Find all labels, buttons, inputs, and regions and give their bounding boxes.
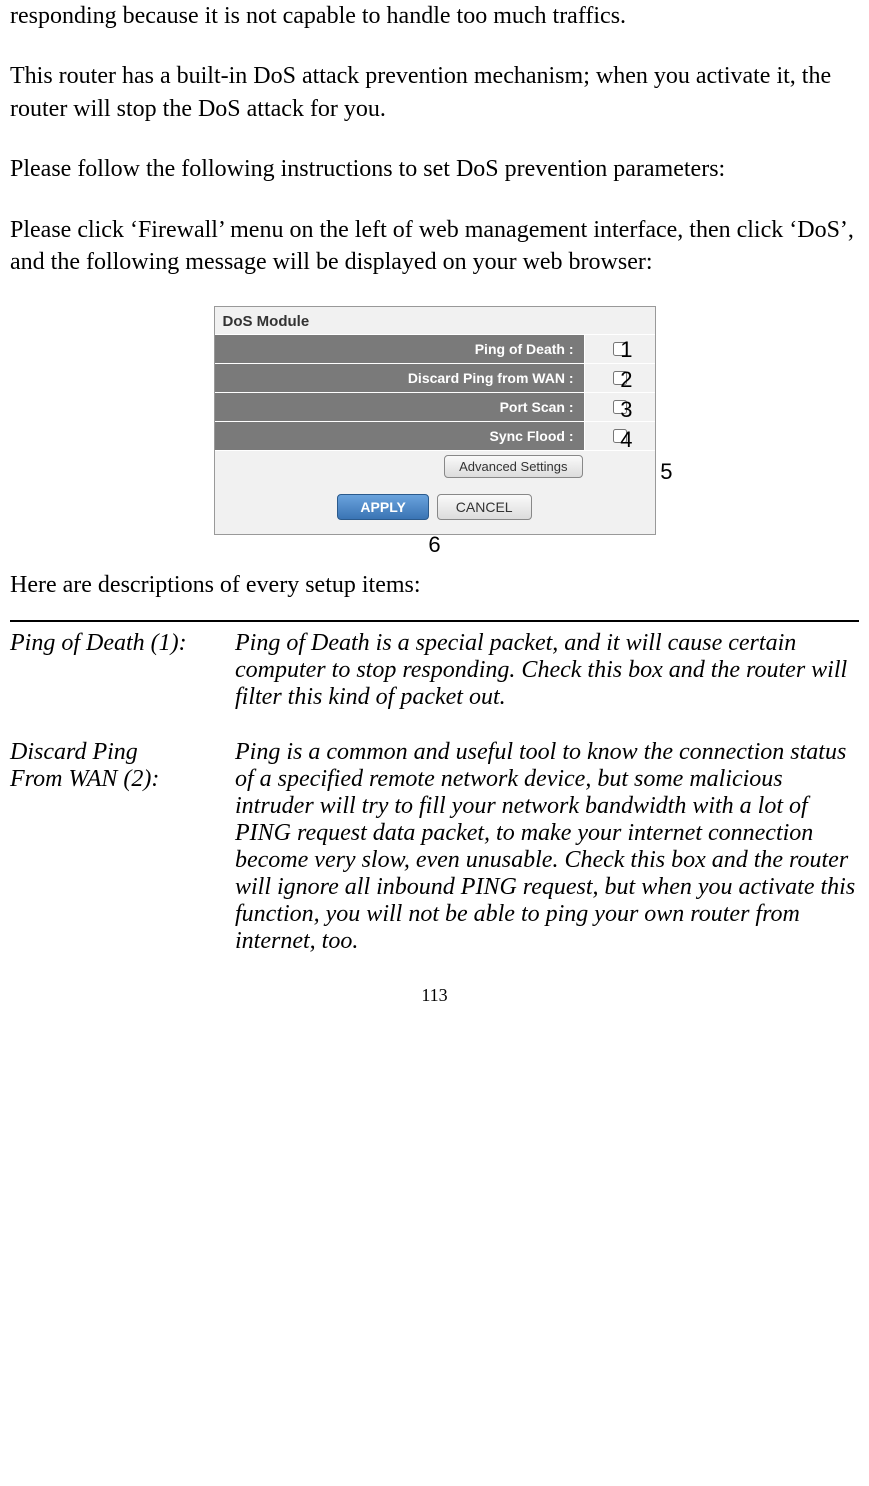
- apply-cancel-row: APPLY CANCEL: [215, 482, 655, 534]
- ping-of-death-label: Ping of Death :: [215, 335, 585, 363]
- intro-paragraph-1: This router has a built-in DoS attack pr…: [10, 60, 859, 125]
- port-scan-label: Port Scan :: [215, 393, 585, 421]
- description-ping-of-death: Ping of Death (1): Ping of Death is a sp…: [10, 630, 859, 711]
- intro-paragraph-cont: responding because it is not capable to …: [10, 0, 859, 32]
- dos-row-discard-ping: Discard Ping from WAN :: [215, 363, 655, 392]
- advanced-settings-button[interactable]: Advanced Settings: [444, 455, 582, 478]
- discard-ping-desc-content-line1: Ping is a common and useful tool to know: [235, 739, 638, 765]
- annotation-5: 5: [660, 459, 672, 485]
- dos-module-title: DoS Module: [215, 307, 655, 334]
- dos-row-port-scan: Port Scan :: [215, 392, 655, 421]
- discard-ping-desc-label-line2: From WAN (2):: [10, 766, 159, 792]
- annotation-2: 2: [620, 367, 632, 393]
- ping-of-death-desc-label: Ping of Death (1):: [10, 630, 235, 711]
- annotation-3: 3: [620, 397, 632, 423]
- sync-flood-label: Sync Flood :: [215, 422, 585, 450]
- apply-button[interactable]: APPLY: [337, 494, 428, 520]
- discard-ping-desc-label: Discard Ping From WAN (2):: [10, 739, 235, 955]
- dos-row-sync-flood: Sync Flood :: [215, 421, 655, 450]
- dos-module-screenshot: DoS Module Ping of Death : Discard Ping …: [10, 306, 859, 535]
- advanced-settings-row: Advanced Settings: [215, 450, 655, 482]
- annotation-4: 4: [620, 427, 632, 453]
- annotation-6: 6: [428, 532, 440, 558]
- description-discard-ping: Discard Ping From WAN (2): Ping is a com…: [10, 739, 859, 955]
- annotation-1: 1: [620, 337, 632, 363]
- intro-paragraph-3: Please click ‘Firewall’ menu on the left…: [10, 214, 859, 279]
- page-number: 113: [10, 985, 859, 1006]
- discard-ping-desc-label-line1: Discard Ping: [10, 739, 138, 765]
- intro-paragraph-2: Please follow the following instructions…: [10, 153, 859, 185]
- description-rule: [10, 620, 859, 622]
- items-intro: Here are descriptions of every setup ite…: [10, 569, 859, 601]
- dos-row-ping-of-death: Ping of Death :: [215, 334, 655, 363]
- dos-module-panel: DoS Module Ping of Death : Discard Ping …: [214, 306, 656, 535]
- ping-of-death-desc-content: Ping of Death is a special packet, and i…: [235, 630, 859, 711]
- discard-ping-desc-content-rest: the connection status of a specified rem…: [235, 739, 855, 954]
- discard-ping-label: Discard Ping from WAN :: [215, 364, 585, 392]
- cancel-button[interactable]: CANCEL: [437, 494, 532, 520]
- discard-ping-desc-content: Ping is a common and useful tool to know…: [235, 739, 859, 955]
